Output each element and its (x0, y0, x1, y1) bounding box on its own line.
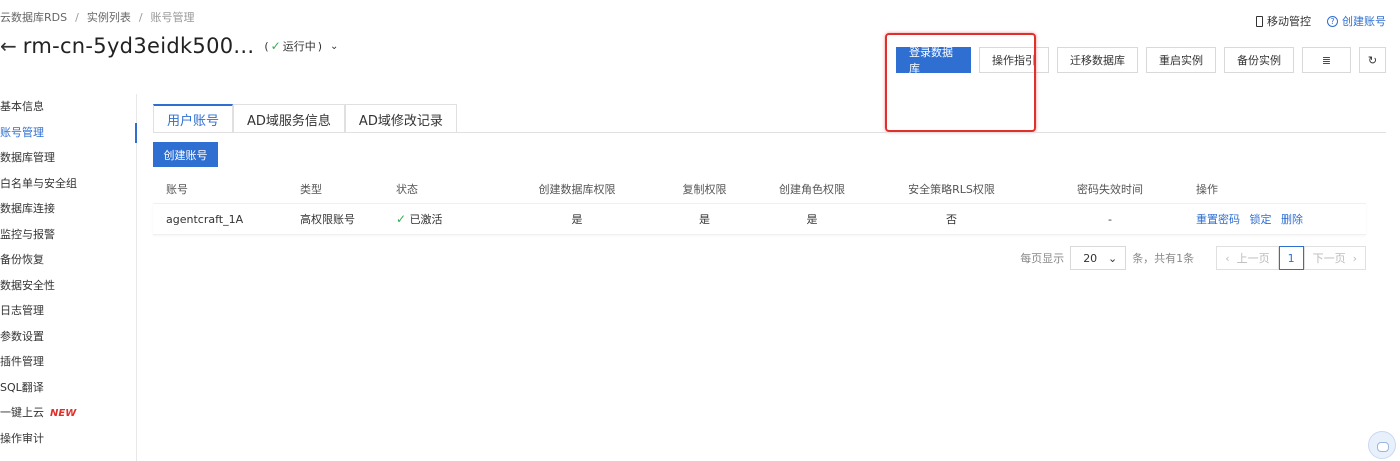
breadcrumb-current: 账号管理 (150, 11, 195, 24)
tab-user-accounts[interactable]: 用户账号 (153, 104, 234, 133)
sidebar-item-backup-restore[interactable]: 备份恢复 (0, 247, 136, 273)
create-account-button[interactable]: 创建账号 (153, 142, 218, 167)
cell-status-text: 已激活 (409, 213, 443, 226)
header-pwd-expire: 密码失效时间 (1077, 183, 1143, 196)
tab-ad-service[interactable]: AD域服务信息 (233, 104, 345, 133)
list-icon-button[interactable]: ≣ (1302, 47, 1351, 73)
create-account-help-label: 创建账号 (1342, 15, 1386, 28)
per-page-label: 每页显示 (1020, 252, 1065, 265)
lock-link[interactable]: 锁定 (1250, 213, 1272, 226)
header-account: 账号 (166, 183, 188, 196)
mobile-control-link[interactable]: 移动管控 (1256, 13, 1311, 29)
cell-pwd-expire: - (1108, 212, 1112, 226)
total-label: 条，共有1条 (1132, 252, 1195, 265)
sidebar-item-sql-translate[interactable]: SQL翻译 (0, 375, 136, 401)
sidebar-item-database-management[interactable]: 数据库管理 (0, 145, 136, 171)
refresh-button[interactable]: ↻ (1359, 47, 1386, 73)
prev-page-label: 上一页 (1236, 252, 1270, 265)
pagination: 每页显示 20 ⌄ 条，共有1条 ‹ 上一页 1 下一页 › (1020, 246, 1366, 270)
header-type: 类型 (300, 183, 322, 196)
next-page-label: 下一页 (1312, 252, 1346, 265)
phone-icon (1256, 15, 1263, 27)
check-icon: ✓ (270, 39, 281, 53)
cell-account: agentcraft_1A (166, 212, 244, 226)
new-badge: NEW (50, 408, 77, 419)
highlight-box (885, 33, 1036, 132)
sidebar-item-plugins[interactable]: 插件管理 (0, 349, 136, 375)
page-buttons: ‹ 上一页 1 下一页 › (1216, 246, 1366, 270)
sidebar-item-cloud-migration[interactable]: 一键上云 NEW (0, 400, 136, 426)
breadcrumb: 云数据库RDS / 实例列表 / 账号管理 (0, 9, 195, 25)
cell-status: ✓ 已激活 (396, 211, 496, 227)
sidebar-item-monitoring[interactable]: 监控与报警 (0, 222, 136, 248)
sidebar-item-parameters[interactable]: 参数设置 (0, 324, 136, 350)
status-paren-close: ) (317, 39, 322, 53)
sidebar: 基本信息 账号管理 数据库管理 白名单与安全组 数据库连接 监控与报警 备份恢复… (0, 94, 137, 461)
cell-rls: 否 (946, 213, 957, 226)
page-1-button[interactable]: 1 (1278, 246, 1304, 270)
table-header: 账号 类型 状态 创建数据库权限 复制权限 创建角色权限 安全策略RLS权限 密… (153, 175, 1366, 203)
header-replicate: 复制权限 (682, 183, 727, 196)
header-create-db: 创建数据库权限 (538, 183, 616, 196)
instance-title: rm-cn-5yd3eidk500... (22, 34, 255, 58)
breadcrumb-separator: / (138, 10, 143, 24)
back-arrow-icon[interactable]: ← (0, 34, 17, 58)
cell-create-role: 是 (806, 213, 818, 226)
sidebar-item-whitelist[interactable]: 白名单与安全组 (0, 171, 136, 197)
create-account-help-link[interactable]: ? 创建账号 (1327, 13, 1386, 29)
chevron-down-icon: ⌄ (1107, 251, 1118, 265)
header-rls: 安全策略RLS权限 (908, 183, 995, 196)
delete-link[interactable]: 删除 (1281, 213, 1303, 226)
prev-page-button[interactable]: ‹ 上一页 (1216, 246, 1279, 270)
tab-ad-history[interactable]: AD域修改记录 (344, 104, 457, 133)
header-create-role: 创建角色权限 (779, 183, 845, 196)
instance-header: ← rm-cn-5yd3eidk500... ( ✓ 运行中 ) ⌄ (0, 34, 338, 58)
backup-instance-button[interactable]: 备份实例 (1224, 47, 1294, 73)
cell-type: 高权限账号 (300, 213, 355, 226)
cell-ops: 重置密码 锁定 删除 (1190, 211, 1366, 227)
assistant-avatar-icon[interactable] (1368, 431, 1396, 459)
help-icon: ? (1327, 15, 1338, 27)
mobile-control-label: 移动管控 (1267, 15, 1311, 28)
tab-bar: 用户账号 AD域服务信息 AD域修改记录 (153, 104, 457, 133)
header-status: 状态 (396, 183, 418, 196)
next-page-button[interactable]: 下一页 › (1303, 246, 1366, 270)
sidebar-item-audit[interactable]: 操作审计 (0, 426, 136, 452)
table-row: agentcraft_1A 高权限账号 ✓ 已激活 是 是 是 否 - 重置密码… (153, 203, 1366, 235)
accounts-table: 账号 类型 状态 创建数据库权限 复制权限 创建角色权限 安全策略RLS权限 密… (153, 175, 1366, 235)
check-icon: ✓ (396, 212, 407, 226)
top-right-links: 移动管控 ? 创建账号 (1256, 13, 1386, 29)
list-icon: ≣ (1321, 53, 1332, 67)
chevron-down-icon[interactable]: ⌄ (330, 41, 338, 52)
cell-replicate: 是 (699, 213, 710, 226)
sidebar-item-connection[interactable]: 数据库连接 (0, 196, 136, 222)
sidebar-item-account-management[interactable]: 账号管理 (0, 120, 137, 146)
breadcrumb-instance-list[interactable]: 实例列表 (87, 9, 131, 25)
sidebar-item-label: 一键上云 (0, 406, 44, 419)
tab-divider (153, 132, 1386, 133)
status-badge: ( ✓ 运行中 ) (264, 38, 322, 54)
migrate-database-button[interactable]: 迁移数据库 (1057, 47, 1138, 73)
sidebar-item-basic-info[interactable]: 基本信息 (0, 94, 136, 120)
per-page-select[interactable]: 20 ⌄ (1070, 246, 1127, 270)
header-ops: 操作 (1196, 183, 1218, 196)
restart-instance-button[interactable]: 重启实例 (1146, 47, 1216, 73)
cell-create-db: 是 (571, 213, 583, 226)
sidebar-item-data-security[interactable]: 数据安全性 (0, 273, 136, 299)
reset-password-link[interactable]: 重置密码 (1196, 213, 1240, 226)
sidebar-item-logs[interactable]: 日志管理 (0, 298, 136, 324)
status-paren-open: ( (264, 39, 269, 53)
breadcrumb-separator: / (75, 10, 79, 24)
per-page-value: 20 (1083, 251, 1098, 265)
refresh-icon: ↻ (1367, 53, 1378, 67)
status-text: 运行中 (282, 40, 316, 53)
breadcrumb-rds[interactable]: 云数据库RDS (0, 9, 67, 25)
